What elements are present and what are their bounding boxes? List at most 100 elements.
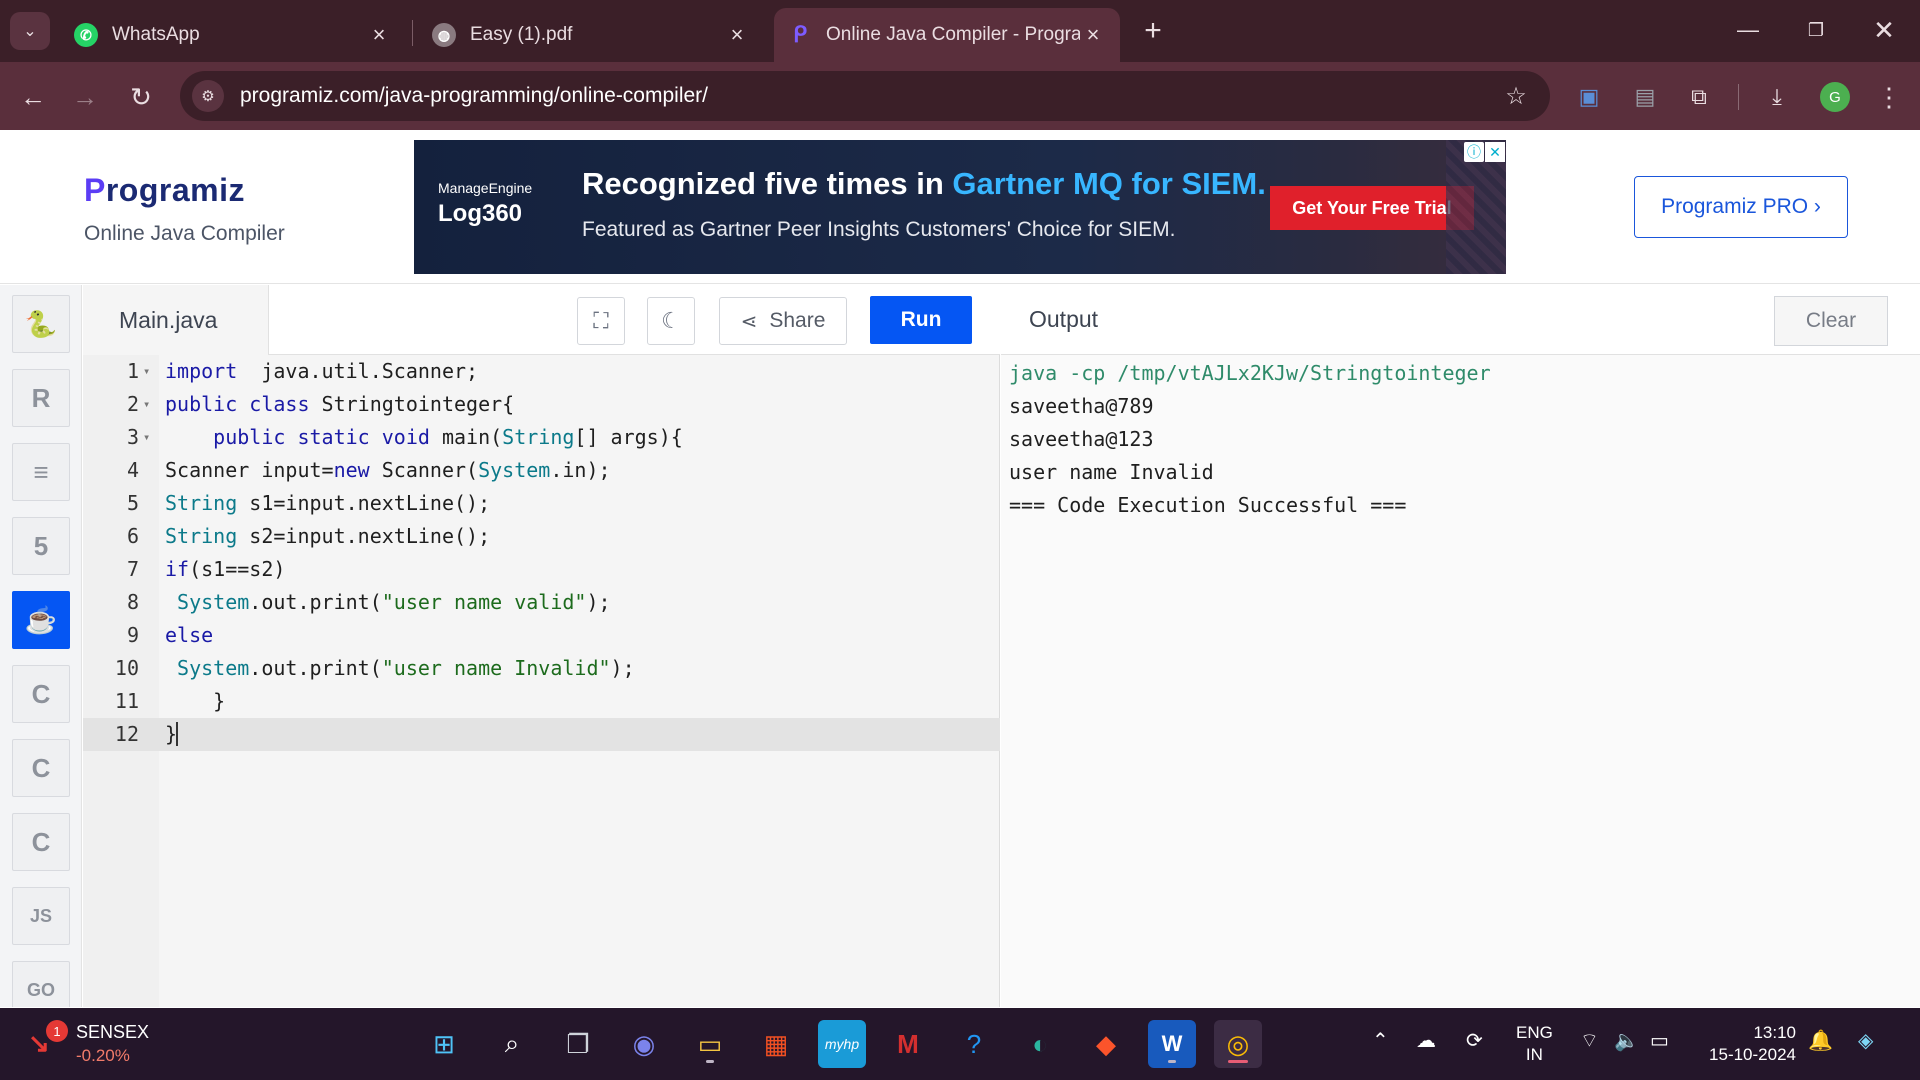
search-icon[interactable]: ⌕ (488, 1020, 536, 1068)
url-text[interactable]: programiz.com/java-programming/online-co… (240, 84, 1496, 108)
fullscreen-icon[interactable]: ⛶ (577, 297, 625, 345)
brave-icon[interactable]: ◆ (1082, 1020, 1130, 1068)
close-window-icon[interactable]: ✕ (1862, 12, 1906, 48)
windows-start-icon[interactable]: ⊞ (420, 1020, 468, 1068)
edge-icon[interactable]: ◐ (1016, 1020, 1064, 1068)
tab-pdf[interactable]: ◍ Easy (1).pdf × (418, 8, 764, 62)
programiz-pro-button[interactable]: Programiz PRO › (1634, 176, 1848, 238)
c-lang-icon[interactable]: C (12, 665, 70, 723)
fold-arrow-icon[interactable]: ▾ (143, 421, 150, 454)
windows-taskbar: ↘ 1 SENSEX -0.20% ⊞ ⌕ ❐ ◉ ▭ ▦ myhp M ? ◐… (0, 1008, 1920, 1080)
dark-mode-moon-icon[interactable]: ☾ (647, 297, 695, 345)
minimize-icon[interactable]: — (1726, 12, 1770, 48)
code-line[interactable]: 4 Scanner input=new Scanner(System.in); (83, 454, 1000, 487)
globe-icon: ◍ (432, 23, 456, 47)
r-lang-icon[interactable]: R (12, 369, 70, 427)
line-number: 3 (126, 425, 139, 449)
tab-search-icon[interactable]: ⌄ (10, 12, 50, 50)
show-hidden-icons-chevron-icon[interactable]: ⌃ (1372, 1028, 1389, 1053)
code-line[interactable]: 6 String s2=input.nextLine(); (83, 520, 1000, 553)
code-line[interactable]: 10 System.out.print("user name Invalid")… (83, 652, 1000, 685)
menu-dots-icon[interactable]: ⋮ (1874, 82, 1904, 112)
wifi-icon[interactable]: ⌔ (1580, 1028, 1599, 1053)
code-line[interactable]: 11 } (83, 685, 1000, 718)
programiz-logo[interactable]: Programiz (84, 172, 245, 209)
volume-icon[interactable]: 🔈 (1614, 1028, 1639, 1053)
go-icon[interactable]: GO (12, 961, 70, 1007)
html5-icon[interactable]: 5 (12, 517, 70, 575)
line-number: 11 (114, 689, 139, 713)
microsoft-store-icon[interactable]: ▦ (752, 1020, 800, 1068)
word-icon[interactable]: W (1148, 1020, 1196, 1068)
ad-brand-big: Log360 (438, 200, 523, 227)
address-bar[interactable]: ⚙ programiz.com/java-programming/online-… (180, 71, 1550, 121)
task-view-icon[interactable]: ❐ (554, 1020, 602, 1068)
line-number: 8 (126, 590, 139, 614)
fold-arrow-icon[interactable]: ▾ (143, 388, 150, 421)
reload-icon[interactable]: ↻ (122, 78, 160, 116)
extensions-puzzle-icon[interactable]: ⧉ (1684, 82, 1714, 112)
file-explorer-icon[interactable]: ▭ (686, 1020, 734, 1068)
notification-bell-icon[interactable]: 🔔 (1808, 1028, 1833, 1053)
ad-cta-button[interactable]: Get Your Free Trial (1270, 186, 1474, 230)
language-indicator[interactable]: ENG IN (1516, 1022, 1553, 1066)
mcafee-icon[interactable]: M (884, 1020, 932, 1068)
line-number: 10 (114, 656, 139, 680)
sql-database-icon[interactable]: ≡ (12, 443, 70, 501)
code-line[interactable]: 9 else (83, 619, 1000, 652)
javascript-icon[interactable]: JS (12, 887, 70, 945)
code-text-area[interactable]: 1 ▾ import java.util.Scanner; 2 ▾ public clas… (83, 355, 1000, 1007)
code-text: public static void main(String[] args){ (213, 425, 683, 449)
ad-brand-small: ManageEngine (438, 180, 533, 196)
cpp-icon[interactable]: C (12, 739, 70, 797)
code-line[interactable]: 2 ▾ public class Stringtointeger{ (83, 388, 1000, 421)
restore-icon[interactable]: ❐ (1794, 12, 1838, 48)
system-clock[interactable]: 13:10 15-10-2024 (1700, 1022, 1796, 1066)
java-icon[interactable]: ☕ (12, 591, 70, 649)
stock-name[interactable]: SENSEX (76, 1022, 149, 1043)
copilot-icon[interactable]: ◈ (1858, 1028, 1873, 1053)
extension-icon[interactable]: ▣ (1574, 82, 1604, 112)
close-tab-icon[interactable]: × (724, 22, 750, 48)
onedrive-cloud-icon[interactable]: ☁ (1416, 1028, 1436, 1053)
code-line[interactable]: 3 ▾ public static void main(String[] args… (83, 421, 1000, 454)
ad-info-icon[interactable]: ⓘ (1464, 142, 1484, 162)
teams-chat-icon[interactable]: ◉ (620, 1020, 668, 1068)
battery-icon[interactable]: ▭ (1650, 1028, 1669, 1053)
text-cursor (176, 722, 179, 746)
code-line[interactable]: 12} (83, 718, 1000, 751)
fold-arrow-icon[interactable]: ▾ (143, 355, 150, 388)
line-number: 12 (114, 722, 139, 746)
code-line[interactable]: 1 ▾ import java.util.Scanner; (83, 355, 1000, 388)
extension-icon[interactable]: ▤ (1630, 82, 1660, 112)
close-tab-icon[interactable]: × (1080, 22, 1106, 48)
clear-button[interactable]: Clear (1774, 296, 1888, 346)
code-line[interactable]: 8 System.out.print("user name valid"); (83, 586, 1000, 619)
sync-icon[interactable]: ⟳ (1466, 1028, 1483, 1053)
code-line[interactable]: 7 if(s1==s2) (83, 553, 1000, 586)
help-icon[interactable]: ? (950, 1020, 998, 1068)
tab-title: Easy (1).pdf (470, 24, 573, 45)
profile-avatar[interactable]: G (1820, 82, 1850, 112)
csharp-icon[interactable]: C (12, 813, 70, 871)
ad-banner[interactable]: ManageEngine Log360 Recognized five time… (414, 140, 1506, 274)
share-button[interactable]: ⋖ Share (719, 297, 847, 345)
run-button[interactable]: Run (870, 296, 972, 344)
code-line[interactable]: 5 String s1=input.nextLine(); (83, 487, 1000, 520)
tab-programiz[interactable]: ᑭ Online Java Compiler - Program × (774, 8, 1120, 62)
site-info-icon[interactable]: ⚙ (192, 80, 224, 112)
back-icon[interactable]: ← (14, 78, 52, 116)
tab-whatsapp[interactable]: ✆ WhatsApp × (60, 8, 406, 62)
file-tab-main-java[interactable]: Main.java (83, 285, 269, 355)
bookmark-star-icon[interactable]: ☆ (1496, 82, 1536, 111)
code-text: if(s1==s2) (165, 557, 286, 581)
new-tab-button[interactable]: + (1136, 14, 1170, 48)
python-icon[interactable]: 🐍 (12, 295, 70, 353)
forward-icon[interactable]: → (66, 78, 104, 116)
chrome-icon[interactable]: ◎ (1214, 1020, 1262, 1068)
ad-close-icon[interactable]: ✕ (1485, 142, 1505, 162)
close-tab-icon[interactable]: × (366, 22, 392, 48)
myhp-icon[interactable]: myhp (818, 1020, 866, 1068)
code-text: System.out.print("user name valid"); (177, 590, 611, 614)
download-icon[interactable]: ⤓ (1762, 82, 1792, 112)
